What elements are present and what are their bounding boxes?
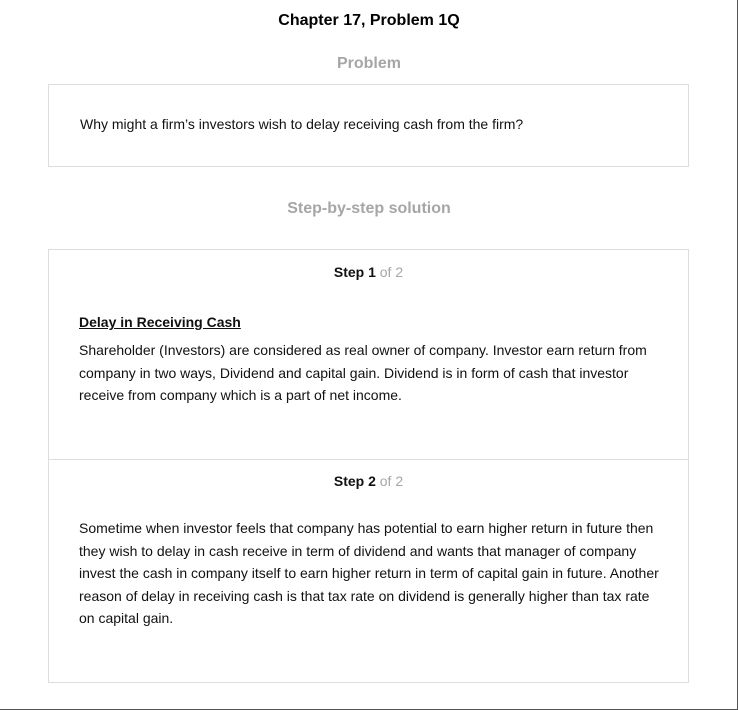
- problem-question: Why might a firm’s investors wish to del…: [80, 116, 524, 132]
- step-2-label: Step 2 of 2: [49, 473, 688, 489]
- problem-box: Why might a firm’s investors wish to del…: [48, 84, 689, 167]
- step-2-body: Sometime when investor feels that compan…: [79, 520, 659, 626]
- page-title: Chapter 17, Problem 1Q: [278, 12, 460, 29]
- step-1-total: of 2: [375, 264, 404, 280]
- step-2-total: of 2: [375, 473, 404, 489]
- step-1-label: Step 1 of 2: [49, 264, 688, 280]
- step-1-body: Shareholder (Investors) are considered a…: [79, 342, 647, 403]
- step-1: Step 1 of 2 Delay in Receiving Cash Shar…: [49, 250, 688, 460]
- solution-heading: Step-by-step solution: [287, 200, 451, 217]
- step-1-subtitle: Delay in Receiving Cash: [79, 314, 241, 330]
- problem-heading: Problem: [336, 55, 401, 72]
- solution-steps: Step 1 of 2 Delay in Receiving Cash Shar…: [48, 249, 689, 683]
- step-1-number: Step 1: [333, 264, 376, 280]
- step-2: Step 2 of 2 Sometime when investor feels…: [49, 459, 688, 683]
- step-2-number: Step 2: [333, 473, 376, 489]
